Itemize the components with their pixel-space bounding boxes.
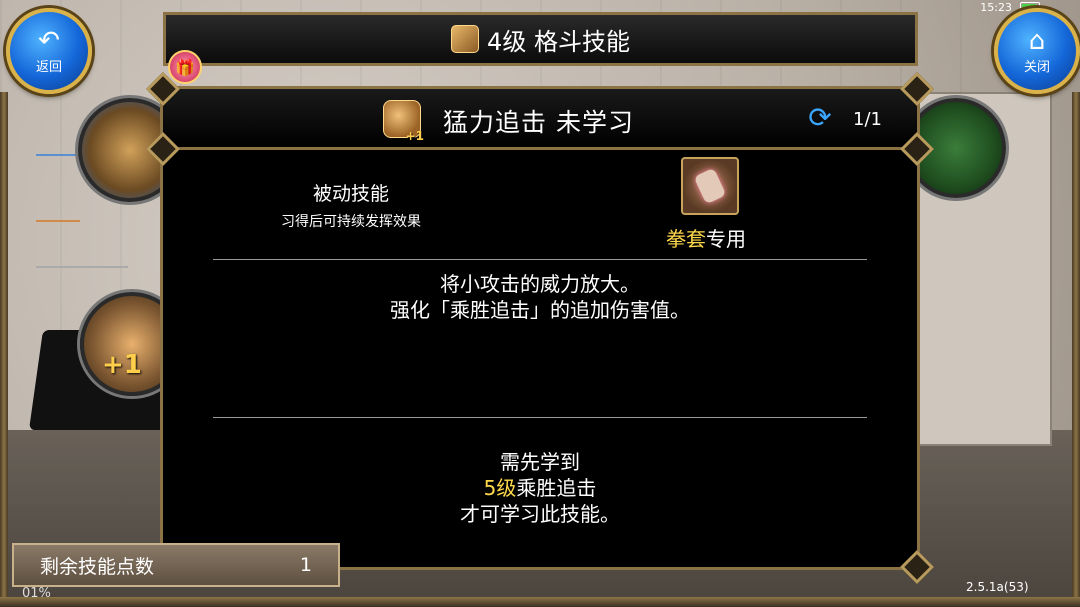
page-counter: 1/1 bbox=[853, 109, 882, 130]
skill-node-badge: +1 bbox=[102, 350, 142, 380]
fist-skill-icon bbox=[451, 25, 480, 53]
gauntlet-weapon-icon bbox=[681, 157, 739, 215]
weapon-keyword: 拳套 bbox=[666, 227, 706, 251]
skill-points-label: 剩余技能点数 bbox=[40, 555, 155, 578]
description-line: 将小攻击的威力放大。 bbox=[440, 272, 640, 296]
version-text: 2.5.1a(53) bbox=[966, 580, 1029, 594]
requirement-level: 5级 bbox=[483, 476, 517, 500]
home-icon: ⌂ bbox=[1028, 25, 1046, 56]
skill-name: 猛力追击 未学习 bbox=[443, 108, 634, 137]
status-time: 15:23 bbox=[980, 0, 1012, 14]
weapon-restriction: 拳套专用 bbox=[666, 223, 746, 252]
skill-description: 将小攻击的威力放大。 强化「乘胜追击」的追加伤害值。 bbox=[163, 271, 917, 323]
skill-type: 被动技能 bbox=[313, 183, 390, 205]
skill-points-value: 1 bbox=[299, 554, 312, 576]
skill-points-panel: 剩余技能点数 1 bbox=[12, 543, 340, 587]
frame-bottom bbox=[0, 597, 1080, 607]
skill-requirement: 需先学到 5级乘胜追击 才可学习此技能。 bbox=[163, 449, 917, 527]
frame-left bbox=[0, 92, 8, 607]
tree-line bbox=[36, 154, 80, 156]
back-arrow-icon: ↶ bbox=[38, 25, 60, 56]
tree-line bbox=[36, 220, 80, 222]
close-button[interactable]: ⌂ 关闭 bbox=[994, 8, 1080, 94]
frame-right bbox=[1072, 92, 1080, 607]
back-button[interactable]: ↶ 返回 bbox=[6, 8, 92, 94]
close-button-label: 关闭 bbox=[1023, 59, 1050, 75]
divider bbox=[213, 259, 867, 260]
requirement-line-3: 才可学习此技能。 bbox=[460, 502, 620, 526]
back-button-label: 返回 bbox=[35, 59, 62, 75]
skill-detail-dialog: +1 猛力追击 未学习 ⟳ 1/1 被动技能 习得后可持续发挥效果 拳套专用 将… bbox=[146, 72, 934, 584]
page-title: 4级 格斗技能 bbox=[487, 27, 630, 56]
skill-type-desc: 习得后可持续发挥效果 bbox=[281, 214, 421, 230]
switch-icon[interactable]: ⟳ bbox=[803, 103, 837, 133]
requirement-line-2: 5级乘胜追击 bbox=[163, 475, 917, 501]
skill-title-bar: +1 猛力追击 未学习 ⟳ 1/1 bbox=[163, 89, 917, 150]
progress-text: 01% bbox=[22, 586, 51, 601]
requirement-skill: 乘胜追击 bbox=[516, 476, 597, 500]
gift-icon[interactable]: 🎁 bbox=[168, 50, 202, 84]
requirement-line-1: 需先学到 bbox=[500, 450, 580, 474]
tree-line bbox=[36, 266, 128, 268]
modal-header: 4级 格斗技能 bbox=[163, 12, 918, 66]
weapon-suffix: 专用 bbox=[706, 227, 746, 251]
gauntlet-plus-icon: +1 bbox=[383, 100, 424, 143]
divider bbox=[213, 417, 867, 418]
skill-icon-badge: +1 bbox=[405, 129, 424, 143]
description-line: 强化「乘胜追击」的追加伤害值。 bbox=[390, 298, 690, 322]
